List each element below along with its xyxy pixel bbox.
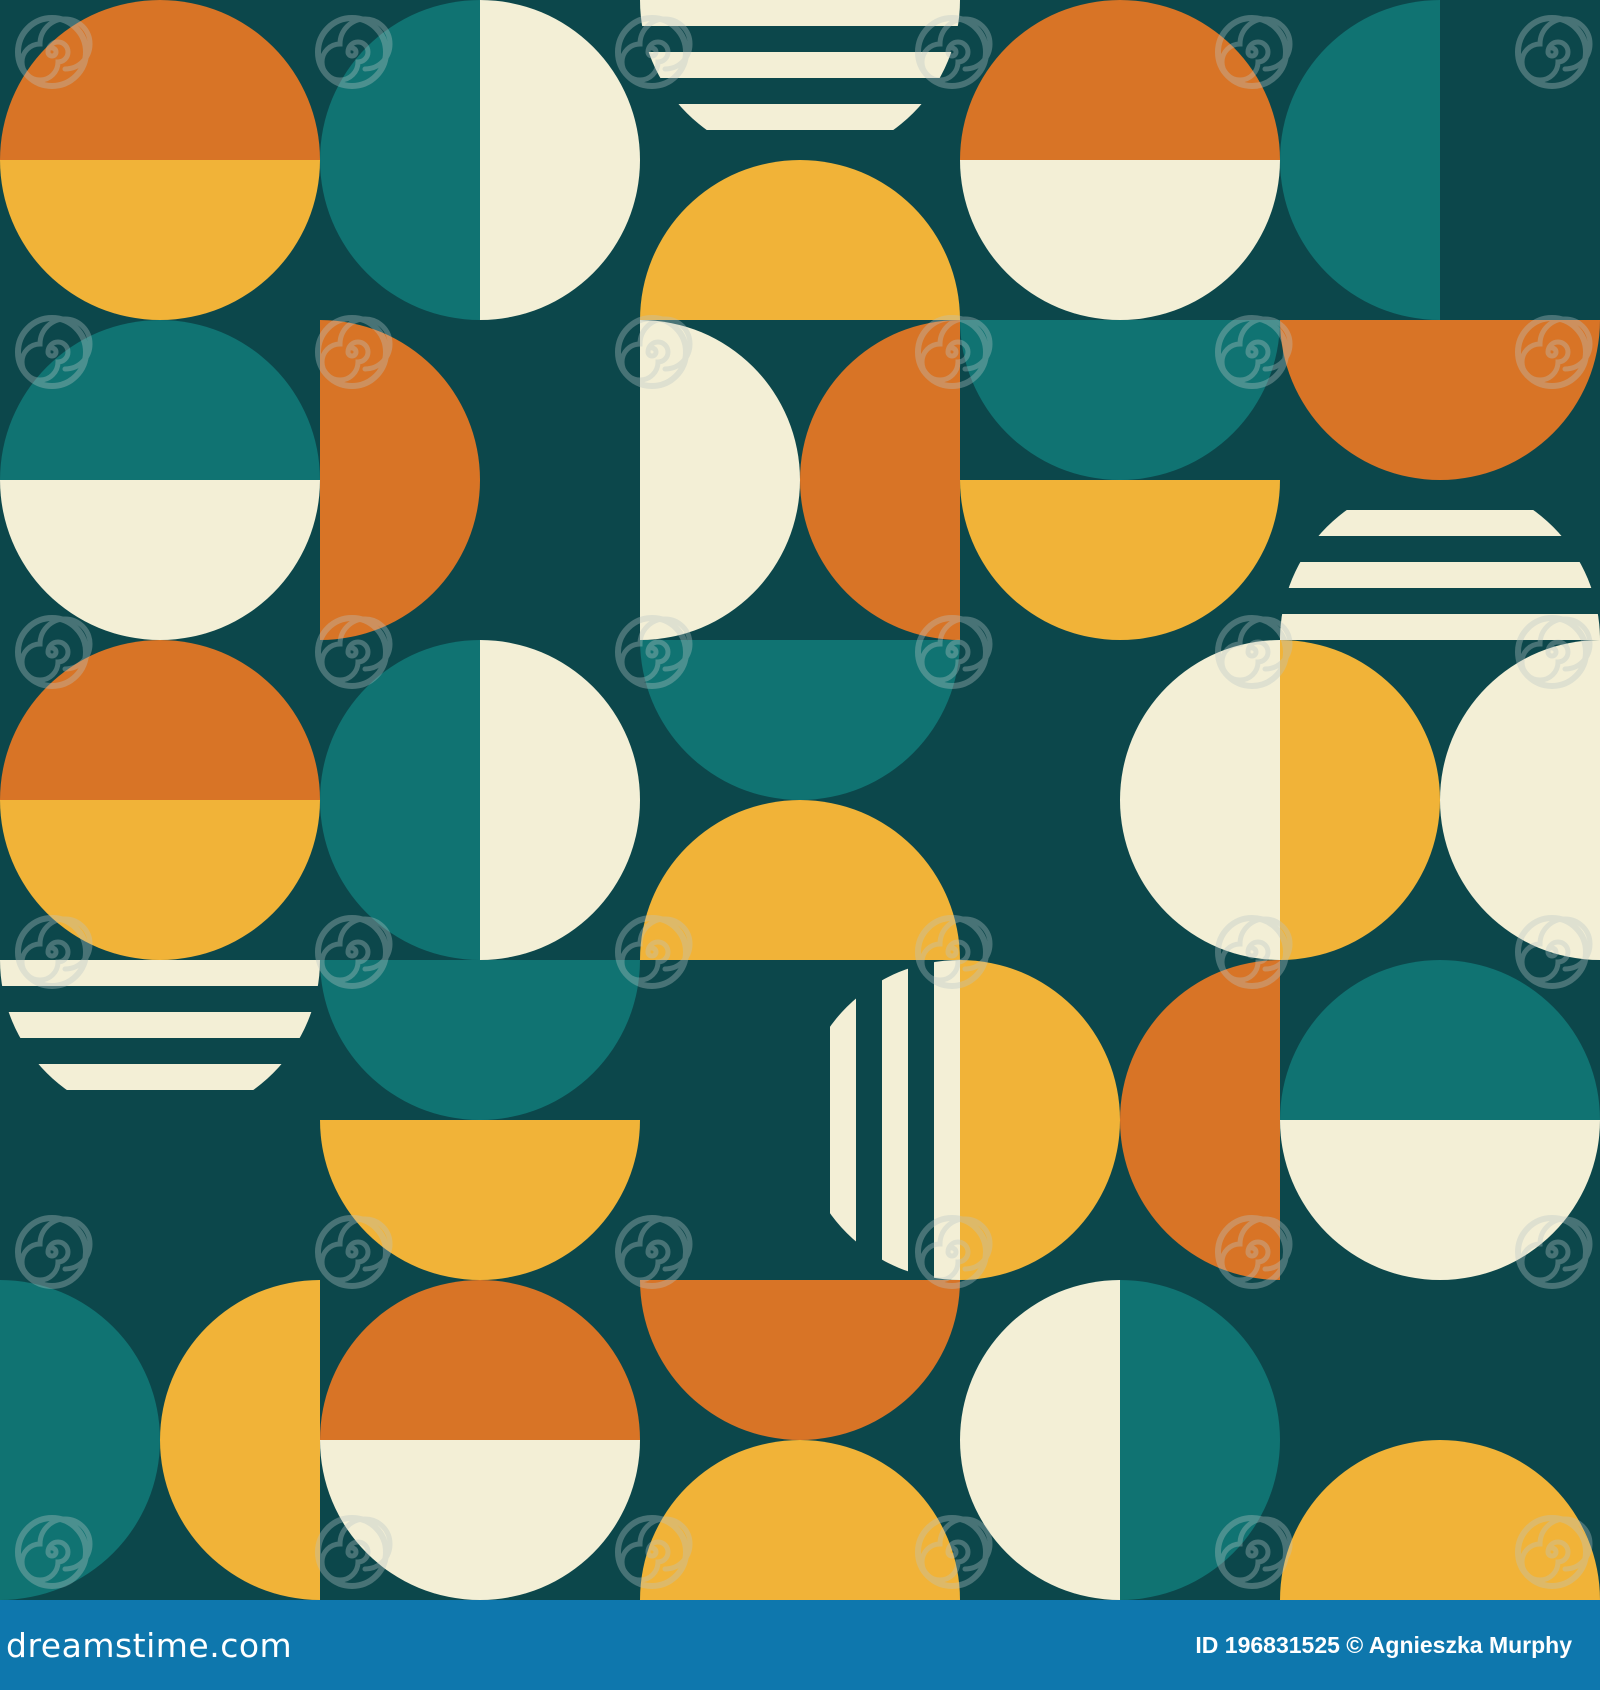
- spiral-icon: [18, 918, 90, 986]
- spiral-icon: [18, 1218, 90, 1286]
- stripe: [0, 1064, 320, 1090]
- half-circle: [480, 640, 640, 960]
- spiral-icon: [318, 918, 390, 986]
- half-circle: [960, 160, 1280, 320]
- half-circle: [0, 640, 320, 800]
- spiral-icon: [618, 1218, 690, 1286]
- half-circle: [320, 0, 480, 320]
- stripe: [0, 1012, 320, 1038]
- half-circle: [1280, 640, 1440, 960]
- stripe: [640, 0, 960, 26]
- half-circle: [320, 320, 480, 640]
- half-circle: [1120, 960, 1280, 1280]
- geometric-pattern: [0, 0, 1600, 1600]
- half-circle: [0, 160, 320, 320]
- half-circle: [0, 800, 320, 960]
- stripe: [934, 960, 960, 1280]
- footer-bar: dreamstime.com ID 196831525 © Agnieszka …: [0, 1600, 1600, 1690]
- half-circle: [0, 320, 320, 480]
- half-circle: [640, 640, 960, 800]
- half-circle: [960, 960, 1120, 1280]
- stripe: [0, 960, 320, 986]
- stripe: [1280, 510, 1600, 536]
- brand-text[interactable]: dreamstime.com: [6, 1626, 292, 1665]
- spiral-icon: [18, 618, 90, 686]
- stripe: [830, 960, 856, 1280]
- half-circle: [640, 160, 960, 320]
- half-circle: [640, 1280, 960, 1440]
- half-circle: [1440, 640, 1600, 960]
- spiral-icon: [318, 1218, 390, 1286]
- half-circle: [800, 320, 960, 640]
- stripe: [882, 960, 908, 1280]
- half-circle: [640, 1440, 960, 1600]
- stripe: [640, 104, 960, 130]
- half-circle: [960, 480, 1280, 640]
- half-circle: [320, 1280, 640, 1440]
- half-circle: [1280, 0, 1440, 320]
- spiral-icon: [1518, 18, 1590, 86]
- stripe: [1280, 562, 1600, 588]
- half-circle: [160, 1280, 320, 1600]
- credit-text: ID 196831525 © Agnieszka Murphy: [1195, 1631, 1572, 1658]
